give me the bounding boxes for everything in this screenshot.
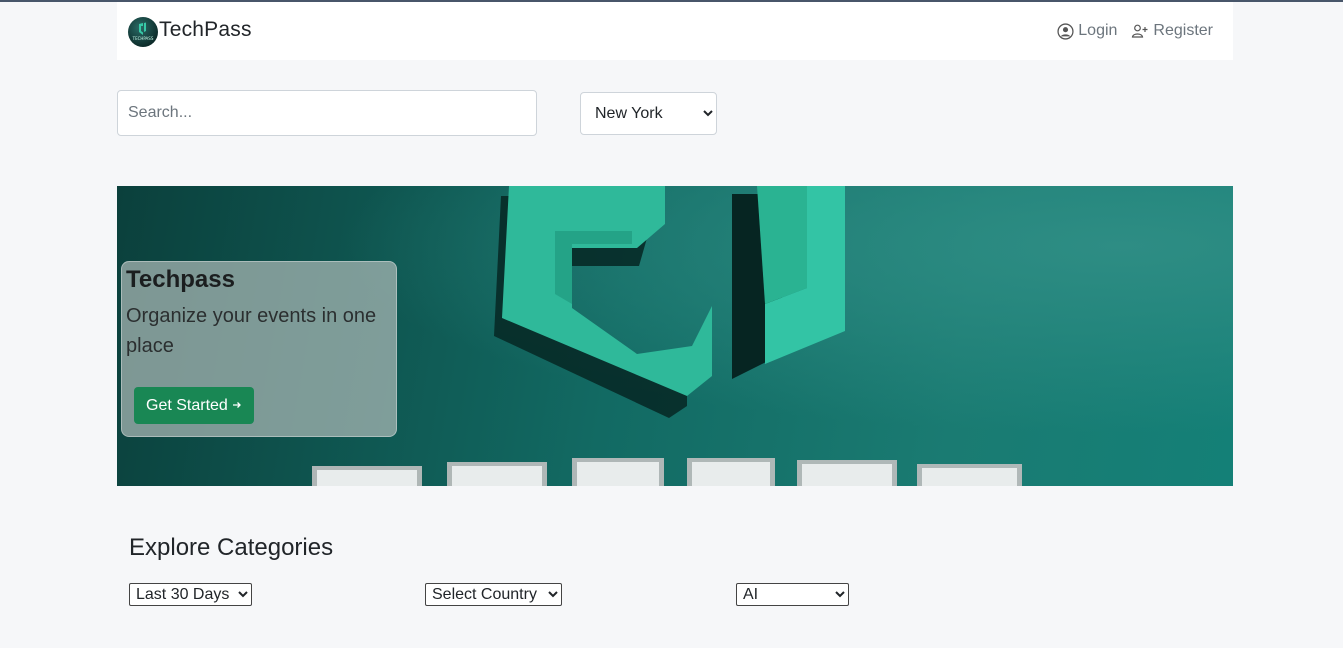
nav-links: Login Register (1057, 22, 1213, 40)
navbar: TECHPASS TechPass Login Register (117, 2, 1233, 60)
svg-text:TECHPASS: TECHPASS (132, 36, 154, 41)
hero-title: Techpass (126, 266, 235, 293)
hero-banner: Techpass Organize your events in one pla… (117, 186, 1233, 486)
search-input[interactable] (117, 90, 537, 136)
login-link[interactable]: Login (1057, 22, 1117, 40)
hero-card: Techpass Organize your events in one pla… (121, 261, 397, 437)
user-circle-icon (1057, 22, 1074, 40)
city-select[interactable]: New York (580, 92, 717, 135)
categories-heading: Explore Categories (129, 534, 334, 561)
register-link[interactable]: Register (1131, 22, 1213, 40)
get-started-button[interactable]: Get Started (134, 387, 254, 424)
user-plus-icon (1131, 23, 1149, 39)
techpass-logo-icon: TECHPASS (128, 17, 158, 47)
register-label: Register (1153, 22, 1213, 39)
login-label: Login (1078, 22, 1118, 39)
date-range-select[interactable]: Last 30 Days (129, 583, 252, 606)
hero-subtitle: Organize your events in one place (126, 305, 377, 357)
category-select[interactable]: AI (736, 583, 849, 606)
get-started-label: Get Started (146, 396, 228, 414)
brand-name: TechPass (159, 18, 252, 41)
brand[interactable]: TECHPASS TechPass (128, 17, 252, 47)
country-select[interactable]: Select Country (425, 583, 562, 606)
arrow-right-icon (232, 397, 242, 415)
